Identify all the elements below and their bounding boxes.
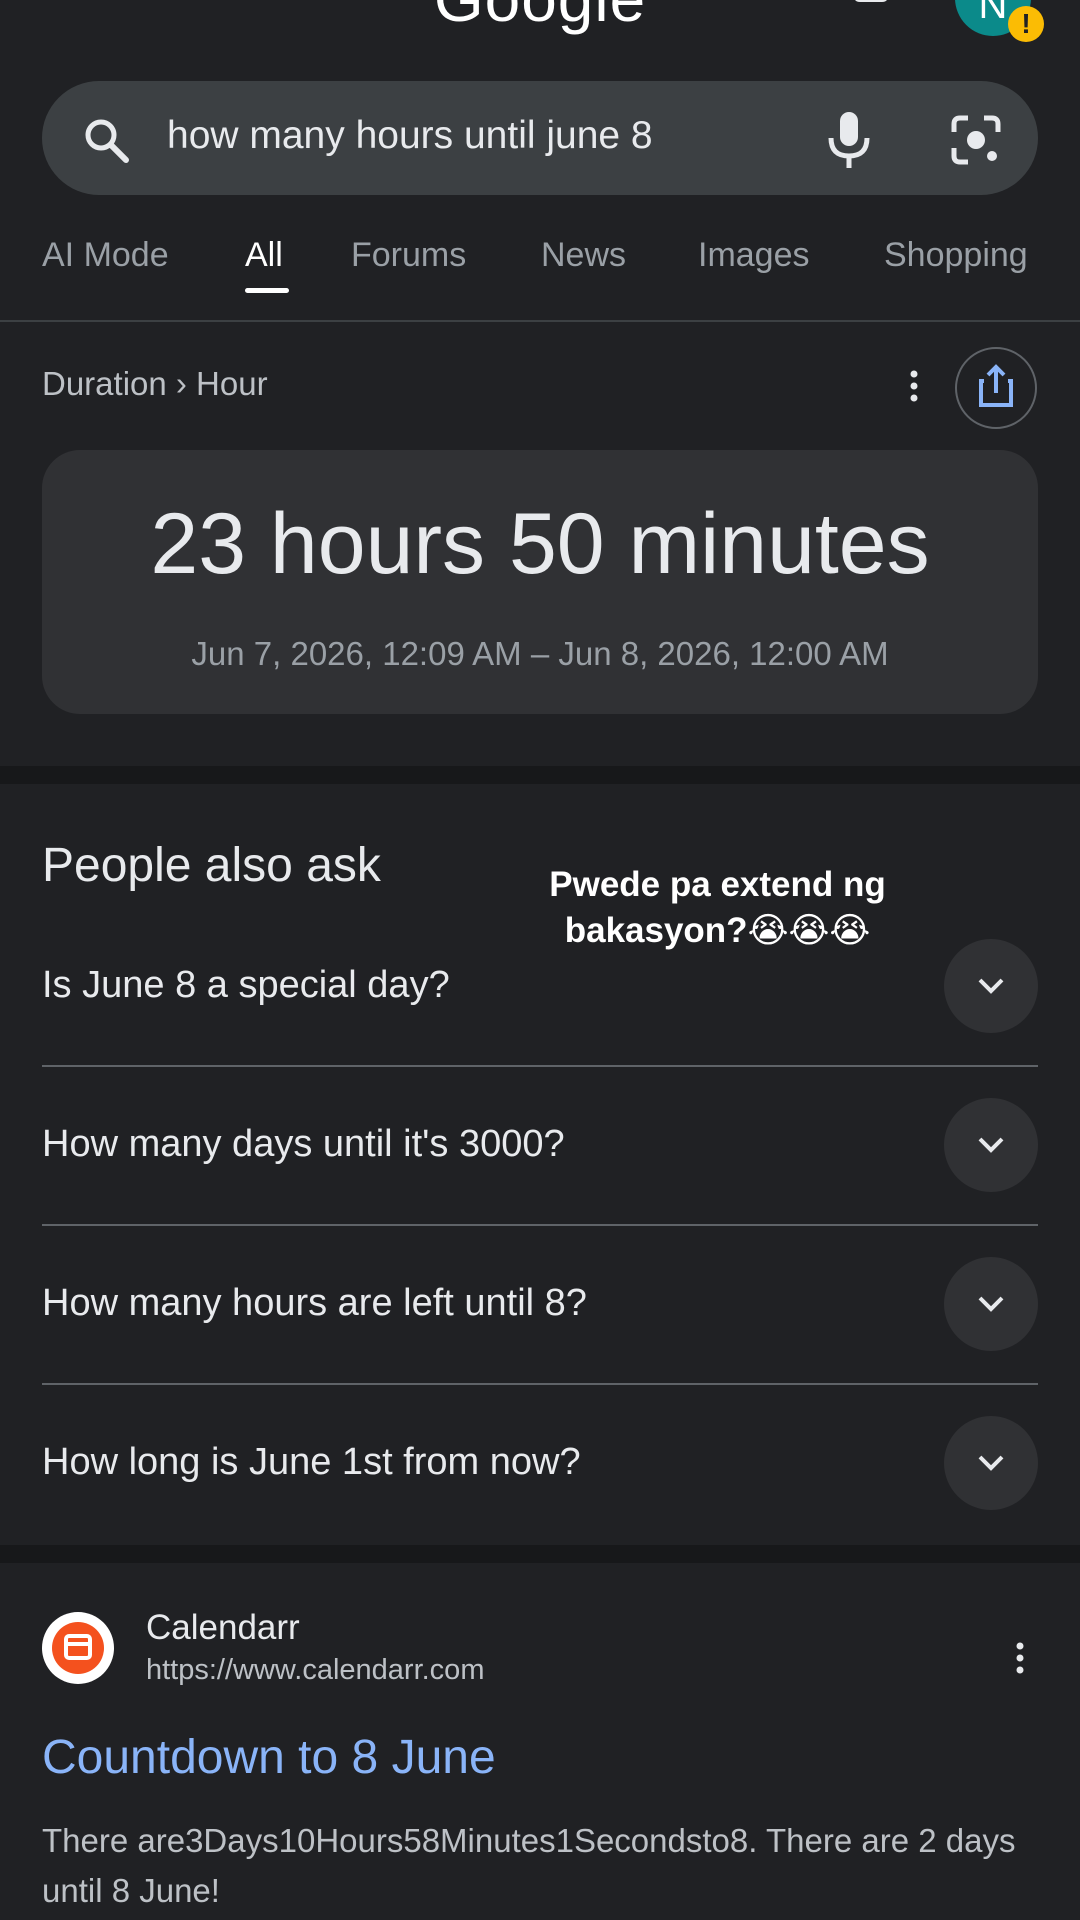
tab-news[interactable]: News — [541, 228, 626, 282]
top-bar: Google N ! — [0, 0, 1080, 60]
tab-images[interactable]: Images — [698, 228, 810, 282]
overlay-caption: Pwede pa extend ng bakasyon?😭😭😭 — [520, 862, 915, 954]
result-url[interactable]: https://www.calendarr.com — [146, 1650, 484, 1690]
tabs-divider — [0, 320, 1080, 322]
question-divider — [42, 1065, 1038, 1067]
tab-forums[interactable]: Forums — [351, 228, 466, 282]
breadcrumb[interactable]: Duration › Hour — [42, 362, 268, 406]
section-separator — [0, 1545, 1080, 1563]
search-icon — [80, 114, 132, 166]
expand-question-2-button[interactable] — [944, 1098, 1038, 1192]
chevron-down-icon — [978, 1296, 1004, 1312]
duration-date-range: Jun 7, 2026, 12:09 AM – Jun 8, 2026, 12:… — [191, 635, 889, 672]
section-separator — [0, 766, 1080, 784]
google-logo[interactable]: Google — [0, 0, 1080, 36]
chevron-down-icon — [978, 1137, 1004, 1153]
result-title-link[interactable]: Countdown to 8 June — [42, 1728, 496, 1788]
question-2[interactable]: How many days until it's 3000? — [42, 1119, 565, 1169]
tab-shopping[interactable]: Shopping — [884, 228, 1028, 282]
tab-ai-mode[interactable]: AI Mode — [42, 228, 169, 282]
microphone-icon[interactable] — [822, 110, 876, 170]
chevron-down-icon — [978, 1455, 1004, 1471]
chevron-down-icon — [978, 978, 1004, 994]
question-4[interactable]: How long is June 1st from now? — [42, 1437, 581, 1487]
expand-question-3-button[interactable] — [944, 1257, 1038, 1351]
tab-all[interactable]: All — [245, 228, 283, 282]
expand-question-4-button[interactable] — [944, 1416, 1038, 1510]
google-lens-icon[interactable] — [950, 114, 1002, 166]
result-site-name[interactable]: Calendarr — [146, 1606, 300, 1650]
overlay-caption-line-2: bakasyon?😭😭😭 — [564, 911, 871, 950]
question-1[interactable]: Is June 8 a special day? — [42, 960, 450, 1010]
result-snippet: There are3Days10Hours58Minutes1Secondsto… — [42, 1822, 1016, 1909]
share-icon — [979, 364, 1013, 407]
active-tab-indicator — [245, 288, 289, 293]
calendarr-site-icon[interactable] — [42, 1612, 114, 1684]
result-more-options-icon[interactable] — [1010, 1638, 1030, 1678]
question-divider — [42, 1383, 1038, 1385]
overlay-caption-line-1: Pwede pa extend ng — [549, 865, 886, 904]
search-input[interactable]: how many hours until june 8 — [167, 111, 653, 161]
share-button[interactable] — [955, 347, 1037, 429]
account-warning-badge: ! — [1008, 6, 1044, 42]
question-divider — [42, 1224, 1038, 1226]
expand-question-1-button[interactable] — [944, 939, 1038, 1033]
notifications-bell-icon[interactable] — [846, 0, 896, 26]
search-tabs: AI Mode All Forums News Images Shopping — [0, 228, 1080, 318]
duration-value: 23 hours 50 minutes — [150, 496, 930, 592]
people-also-ask-title: People also ask — [42, 839, 381, 892]
more-options-icon[interactable] — [904, 366, 924, 406]
question-3[interactable]: How many hours are left until 8? — [42, 1278, 587, 1328]
